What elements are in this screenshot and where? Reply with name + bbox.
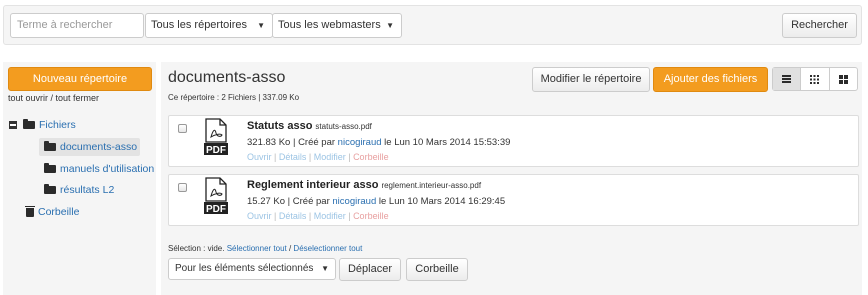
- collapse-icon[interactable]: [9, 121, 17, 130]
- grid-large-view-button[interactable]: [830, 68, 857, 90]
- pdf-file-icon: PDF: [204, 177, 228, 215]
- folder-open-icon: [44, 141, 56, 152]
- select-all-link[interactable]: Sélectionner tout: [227, 244, 287, 253]
- file-meta-suffix: le Lun 10 Mars 2014 16:29:45: [376, 196, 506, 207]
- file-actions: Ouvrir | Détails | Modifier | Corbeille: [247, 211, 389, 221]
- file-meta-suffix: le Lun 10 Mars 2014 15:53:39: [381, 137, 511, 148]
- edit-folder-button[interactable]: Modifier le répertoire: [532, 67, 650, 92]
- file-card: PDF Reglement interieur asso reglement.in…: [168, 174, 859, 226]
- folder-open-icon: [44, 184, 56, 195]
- chevron-down-icon: ▼: [321, 264, 329, 273]
- folder-open-icon: [23, 119, 35, 130]
- file-meta: 321.83 Ko | Créé par nicogiraud le Lun 1…: [247, 137, 510, 148]
- toggle-all-link[interactable]: tout ouvrir / tout fermer: [8, 93, 99, 103]
- folder-filter-select[interactable]: Tous les répertoires ▼: [145, 13, 273, 38]
- author-link[interactable]: nicogiraud: [338, 137, 382, 148]
- search-bar: Terme à rechercher Tous les répertoires …: [3, 5, 862, 45]
- folder-filter-value: Tous les répertoires: [151, 19, 247, 31]
- new-folder-button[interactable]: Nouveau répertoire: [8, 67, 152, 91]
- tree-item-label: résultats L2: [60, 184, 115, 196]
- tree-item-label: documents-asso: [60, 141, 138, 153]
- list-view-icon: [782, 75, 792, 83]
- file-meta-prefix: 15.27 Ko | Créé par: [247, 196, 333, 207]
- file-filename: reglement.interieur-asso.pdf: [381, 181, 482, 190]
- grid-small-icon: [810, 74, 820, 84]
- file-title: Statuts asso statuts-asso.pdf: [247, 120, 372, 132]
- add-files-button[interactable]: Ajouter des fichiers: [653, 67, 768, 92]
- grid-large-icon: [838, 74, 848, 84]
- selection-info: Sélection : vide. Sélectionner tout / Dé…: [168, 244, 362, 253]
- folder-open-icon: [44, 163, 56, 174]
- file-card: PDF Statuts asso statuts-asso.pdf 321.83 …: [168, 115, 859, 167]
- bulk-trash-button[interactable]: Corbeille: [406, 258, 468, 281]
- pdf-icon-label: PDF: [206, 145, 226, 156]
- selection-prefix: Sélection : vide.: [168, 244, 227, 253]
- view-mode-group: [772, 67, 858, 91]
- tree-trash-label: Corbeille: [38, 206, 80, 218]
- tree-item-label: manuels d'utilisation: [60, 163, 155, 175]
- tree-root-fichiers[interactable]: Fichiers: [9, 119, 76, 131]
- file-title-text: Reglement interieur asso: [247, 179, 379, 191]
- author-link[interactable]: nicogiraud: [332, 196, 376, 207]
- chevron-down-icon: ▼: [386, 21, 394, 30]
- search-button[interactable]: Rechercher: [782, 13, 857, 38]
- file-checkbox[interactable]: [178, 183, 187, 192]
- folder-info: Ce répertoire : 2 Fichiers | 337.09 Ko: [168, 93, 300, 102]
- tree-item-resultats[interactable]: résultats L2: [44, 184, 114, 196]
- pdf-icon-label: PDF: [206, 204, 226, 215]
- list-view-button[interactable]: [773, 68, 802, 90]
- file-actions: Ouvrir | Détails | Modifier | Corbeille: [247, 152, 389, 162]
- trash-icon: [25, 205, 35, 217]
- page-title: documents-asso: [168, 69, 286, 86]
- webmaster-filter-value: Tous les webmasters: [278, 19, 381, 31]
- tree-item-trash[interactable]: Corbeille: [25, 205, 80, 218]
- chevron-down-icon: ▼: [257, 21, 265, 30]
- search-input[interactable]: Terme à rechercher: [10, 13, 144, 38]
- file-title-text: Statuts asso: [247, 120, 313, 132]
- trash-action[interactable]: Corbeille: [353, 211, 389, 221]
- file-meta: 15.27 Ko | Créé par nicogiraud le Lun 10…: [247, 196, 505, 207]
- bulk-action-select[interactable]: Pour les éléments sélectionnés ▼: [168, 258, 336, 280]
- webmaster-filter-select[interactable]: Tous les webmasters ▼: [272, 13, 402, 38]
- tree-item-manuels[interactable]: manuels d'utilisation: [44, 163, 154, 175]
- file-checkbox[interactable]: [178, 124, 187, 133]
- pdf-file-icon: PDF: [204, 118, 228, 156]
- file-meta-prefix: 321.83 Ko | Créé par: [247, 137, 338, 148]
- trash-action[interactable]: Corbeille: [353, 152, 389, 162]
- edit-action[interactable]: Modifier: [314, 152, 346, 162]
- bulk-action-value: Pour les éléments sélectionnés: [175, 263, 314, 274]
- details-action[interactable]: Détails: [279, 211, 307, 221]
- deselect-all-link[interactable]: Déselectionner tout: [293, 244, 362, 253]
- grid-small-view-button[interactable]: [801, 68, 830, 90]
- main-panel: documents-asso Ce répertoire : 2 Fichier…: [161, 62, 862, 295]
- open-action[interactable]: Ouvrir: [247, 152, 272, 162]
- sidebar: Nouveau répertoire tout ouvrir / tout fe…: [3, 62, 156, 295]
- move-button[interactable]: Déplacer: [339, 258, 401, 281]
- open-action[interactable]: Ouvrir: [247, 211, 272, 221]
- tree-item-documents-asso[interactable]: documents-asso: [44, 141, 137, 153]
- edit-action[interactable]: Modifier: [314, 211, 346, 221]
- details-action[interactable]: Détails: [279, 152, 307, 162]
- tree-root-label: Fichiers: [39, 119, 76, 131]
- file-title: Reglement interieur asso reglement.interi…: [247, 179, 481, 191]
- file-filename: statuts-asso.pdf: [315, 122, 372, 131]
